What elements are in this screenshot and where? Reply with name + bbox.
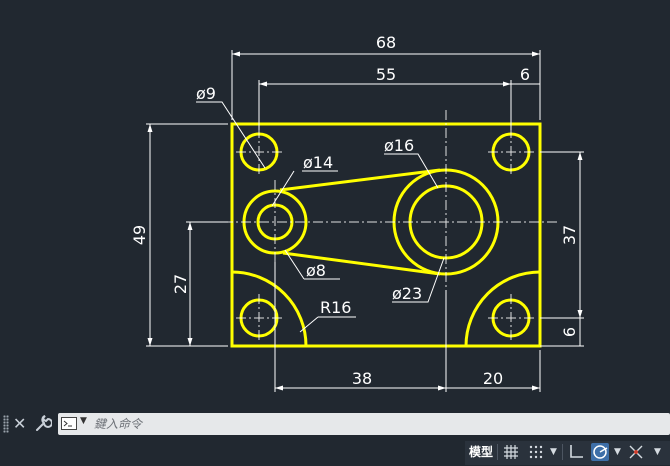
- dim-overall-height: 49: [130, 225, 149, 245]
- dim-right-span: 20: [483, 369, 503, 388]
- separator: [562, 444, 563, 460]
- dim-edge-offset-right: 6: [520, 65, 530, 84]
- drawing-canvas[interactable]: 68 55 6 49 27 37 6 38 20 ø9 ø14 ø8 ø16 ø…: [0, 0, 670, 410]
- chevron-down-icon[interactable]: ▼: [614, 444, 621, 460]
- dim-small-hole-dia: ø9: [196, 84, 216, 103]
- dim-big-boss-outer-dia: ø23: [392, 284, 422, 303]
- command-line-bar: ✕ ▼ 鍵入命令: [0, 410, 670, 438]
- command-prompt-icon[interactable]: [61, 417, 77, 430]
- snap-icon[interactable]: [527, 443, 545, 461]
- osnap-icon[interactable]: [627, 443, 645, 461]
- wrench-icon[interactable]: [34, 415, 52, 433]
- dim-boss-outer-dia: ø14: [303, 153, 333, 172]
- part-geometry: [230, 122, 542, 348]
- chevron-down-icon[interactable]: ▼: [550, 444, 557, 460]
- grip-icon[interactable]: [3, 415, 9, 433]
- separator: [497, 444, 498, 460]
- model-tab[interactable]: 模型: [469, 444, 493, 460]
- dim-bottom-offset: 6: [560, 327, 579, 337]
- close-icon[interactable]: ✕: [13, 414, 26, 434]
- dim-big-boss-inner-dia: ø16: [384, 136, 414, 155]
- dim-boss-inner-dia: ø8: [306, 261, 326, 280]
- ortho-icon[interactable]: [567, 443, 585, 461]
- dim-hole-spacing: 55: [376, 65, 396, 84]
- command-placeholder: 鍵入命令: [94, 417, 143, 431]
- dim-overall-width: 68: [376, 33, 396, 52]
- dim-hole-height: 37: [560, 225, 579, 245]
- dim-corner-radius: R16: [320, 298, 351, 317]
- dim-left-span: 38: [352, 369, 372, 388]
- dim-center-height: 27: [171, 274, 190, 294]
- grid-icon[interactable]: [502, 443, 520, 461]
- chevron-down-icon[interactable]: ▼: [654, 444, 661, 460]
- status-bar: 模型 ▼ ▼ ▼: [0, 438, 670, 466]
- command-input[interactable]: ▼ 鍵入命令: [58, 413, 670, 435]
- polar-icon[interactable]: [591, 443, 609, 461]
- chevron-down-icon[interactable]: ▼: [80, 416, 87, 426]
